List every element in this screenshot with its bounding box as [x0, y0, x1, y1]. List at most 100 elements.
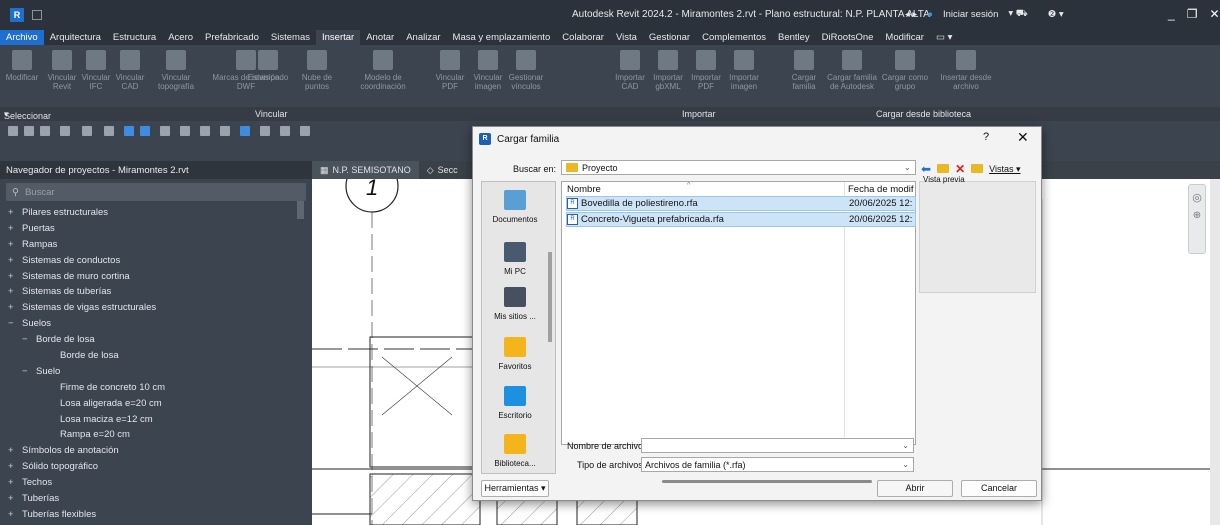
expand-icon[interactable]: + — [8, 475, 18, 491]
measure-icon[interactable] — [124, 126, 134, 136]
link-image-button[interactable]: Vincular imagen — [470, 50, 506, 91]
tree-item[interactable]: Borde de losa — [0, 348, 312, 364]
menu-masa[interactable]: Masa y emplazamiento — [447, 30, 557, 45]
tree-item[interactable]: − Borde de losa — [0, 332, 312, 348]
tree-item[interactable]: + Puertas — [0, 221, 312, 237]
close-window-icon[interactable]: ✕ — [1209, 7, 1219, 21]
tab-seccion[interactable]: ◇ Secc — [419, 161, 466, 179]
browser-scrollbar[interactable] — [297, 201, 304, 219]
menu-anotar[interactable]: Anotar — [360, 30, 400, 45]
expand-icon[interactable]: + — [8, 269, 18, 285]
thin-lines-icon[interactable] — [240, 126, 250, 136]
up-folder-icon[interactable] — [937, 163, 950, 175]
restore-icon[interactable]: ❐ — [1187, 7, 1198, 21]
expand-icon[interactable]: + — [8, 459, 18, 475]
link-topography-button[interactable]: Vincular topografía — [150, 50, 202, 91]
cart-icon[interactable]: ▾ ⛟ — [1008, 8, 1027, 20]
back-arrow-icon[interactable]: ⬅ — [921, 162, 931, 176]
tree-item[interactable]: − Suelo — [0, 364, 312, 380]
open-button[interactable]: Abrir — [877, 480, 953, 497]
text-icon[interactable] — [180, 126, 190, 136]
tree-item[interactable]: + Rampas — [0, 237, 312, 253]
tree-item[interactable]: + Tuberías flexibles — [0, 507, 312, 523]
menu-modificar[interactable]: Modificar — [879, 30, 930, 45]
aligned-dimension-icon[interactable] — [140, 126, 150, 136]
binoculars-icon[interactable]: ◂ ▸ — [905, 9, 917, 20]
tree-item[interactable]: + Tuberías — [0, 491, 312, 507]
place-mi-pc[interactable]: Mi PC — [482, 242, 548, 276]
expand-icon[interactable]: + — [8, 284, 18, 300]
collapse-icon[interactable]: − — [8, 316, 18, 332]
tree-item[interactable]: + Sistemas de conductos — [0, 253, 312, 269]
undo-icon[interactable] — [60, 126, 70, 136]
filetype-select[interactable]: Archivos de familia (*.rfa) ⌄ — [641, 457, 914, 472]
help-button[interactable]: ? — [983, 131, 989, 143]
3d-view-icon[interactable] — [200, 126, 210, 136]
tree-item[interactable]: − Suelos — [0, 316, 312, 332]
tag-icon[interactable] — [160, 126, 170, 136]
tree-item[interactable]: Firme de concreto 10 cm — [0, 380, 312, 396]
chevron-down-icon[interactable]: ⌄ — [902, 441, 909, 450]
menu-complementos[interactable]: Complementos — [696, 30, 772, 45]
collapse-icon[interactable]: − — [22, 364, 32, 380]
places-scrollbar[interactable] — [548, 252, 552, 342]
menu-dirootsone[interactable]: DiRootsOne — [816, 30, 880, 45]
menu-sistemas[interactable]: Sistemas — [265, 30, 316, 45]
insert-from-file-button[interactable]: Insertar desde archivo — [938, 50, 994, 91]
tree-item[interactable]: + Pilares estructurales — [0, 205, 312, 221]
zoom-icon[interactable]: ⊕ — [1189, 210, 1205, 221]
expand-icon[interactable]: + — [8, 237, 18, 253]
tree-item[interactable]: Losa aligerada e=20 cm — [0, 396, 312, 412]
print-icon[interactable] — [104, 126, 114, 136]
decal-button[interactable]: Estampado — [246, 50, 290, 82]
place-biblioteca[interactable]: Biblioteca... — [482, 434, 548, 468]
tree-item[interactable]: + Sólido topográfico — [0, 459, 312, 475]
close-hidden-icon[interactable] — [260, 126, 270, 136]
tree-item[interactable]: + Techos — [0, 475, 312, 491]
new-folder-icon[interactable] — [971, 163, 984, 175]
menu-archivo[interactable]: Archivo — [0, 30, 44, 45]
browser-search-input[interactable]: ⚲ Buscar — [6, 183, 306, 201]
expand-icon[interactable]: + — [8, 253, 18, 269]
views-menu[interactable]: Vistas ▾ — [989, 164, 1020, 175]
import-gbxml-button[interactable]: Importar gbXML — [650, 50, 686, 91]
place-escritorio[interactable]: Escritorio — [482, 386, 548, 420]
link-cad-button[interactable]: Vincular CAD — [112, 50, 148, 91]
menu-vista[interactable]: Vista — [610, 30, 643, 45]
place-documentos[interactable]: Documentos — [482, 190, 548, 224]
expand-icon[interactable]: + — [8, 507, 18, 523]
link-ifc-button[interactable]: Vincular IFC — [78, 50, 114, 91]
open-icon[interactable] — [8, 126, 18, 136]
expand-icon[interactable]: + — [8, 221, 18, 237]
link-pdf-button[interactable]: Vincular PDF — [432, 50, 468, 91]
menu-arquitectura[interactable]: Arquitectura — [44, 30, 107, 45]
import-pdf-button[interactable]: Importar PDF — [688, 50, 724, 91]
expand-icon[interactable]: + — [8, 443, 18, 459]
coordination-model-button[interactable]: Modelo de coordinación — [348, 50, 418, 91]
sync-icon[interactable] — [40, 126, 50, 136]
help-icon[interactable]: ❷ ▾ — [1048, 9, 1064, 20]
look-in-select[interactable]: Proyecto ⌄ — [561, 160, 916, 175]
file-list-hscrollbar[interactable] — [662, 480, 872, 483]
menu-insertar[interactable]: Insertar — [316, 30, 361, 45]
load-as-group-button[interactable]: Cargar como grupo — [880, 50, 930, 91]
quick-access-icon[interactable] — [32, 10, 42, 20]
steering-wheel-icon[interactable]: ◎ — [1189, 191, 1205, 204]
menu-colaborar[interactable]: Colaborar — [556, 30, 610, 45]
tree-item[interactable]: + Sistemas de muro cortina — [0, 269, 312, 285]
minimize-icon[interactable]: _ — [1168, 7, 1175, 21]
tree-item[interactable]: + Símbolos de anotación — [0, 443, 312, 459]
load-autodesk-family-button[interactable]: Cargar familia de Autodesk — [826, 50, 878, 91]
chevron-down-icon[interactable]: ⌄ — [902, 460, 909, 469]
switch-windows-icon[interactable] — [280, 126, 290, 136]
delete-icon[interactable]: ✕ — [955, 162, 965, 176]
expand-icon[interactable]: + — [8, 300, 18, 316]
redo-icon[interactable] — [82, 126, 92, 136]
panel-toggle-icon[interactable]: ▭ ▾ — [930, 30, 958, 45]
link-revit-button[interactable]: Vincular Revit — [44, 50, 80, 91]
tree-item[interactable]: Rampa e=20 cm — [0, 427, 312, 443]
column-date-header[interactable]: Fecha de modif — [848, 184, 916, 195]
filename-input[interactable]: ⌄ — [641, 438, 914, 453]
collapse-icon[interactable]: − — [22, 332, 32, 348]
section-icon[interactable] — [220, 126, 230, 136]
